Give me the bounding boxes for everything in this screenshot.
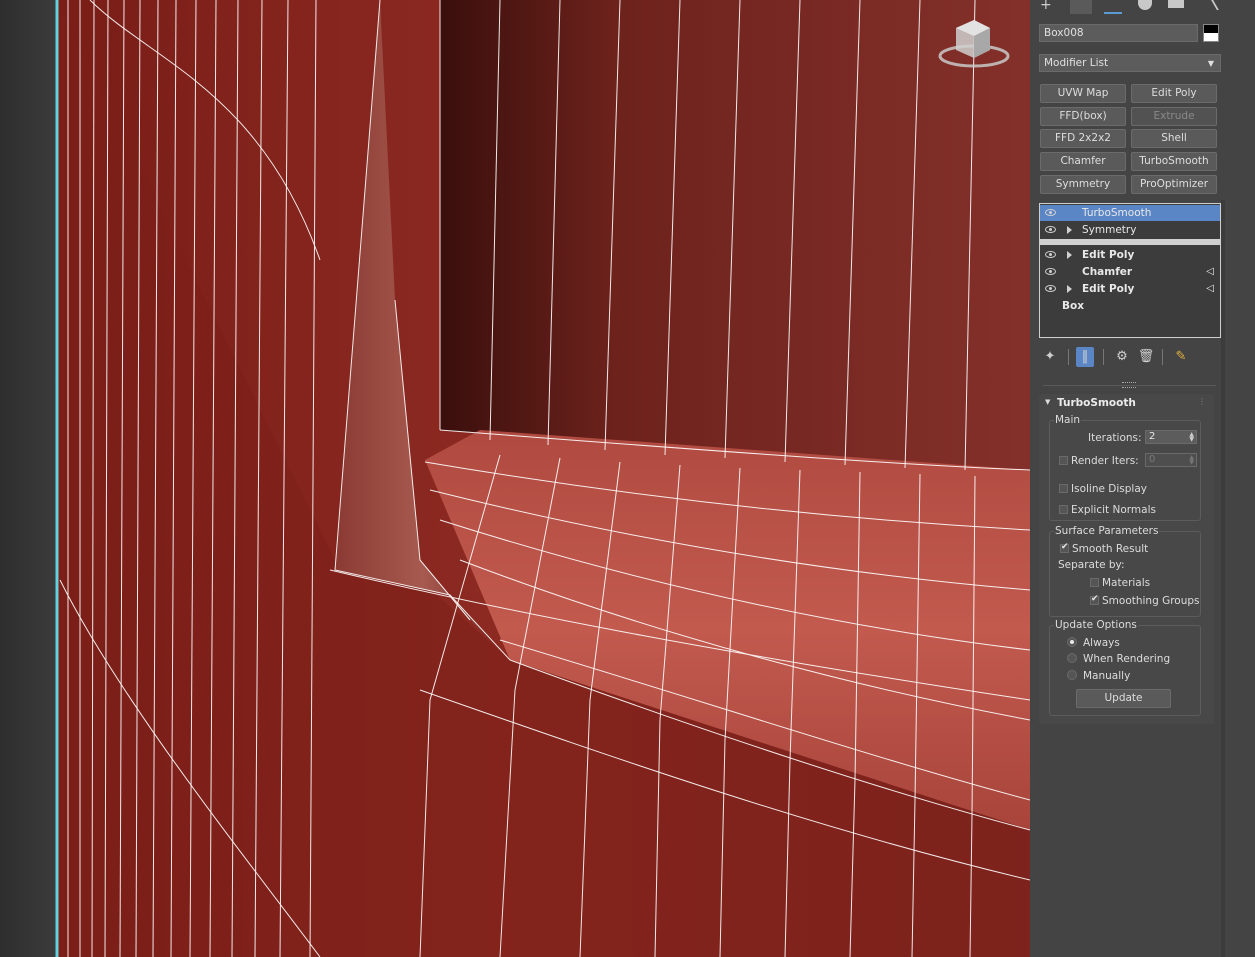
update-button[interactable]: Update [1076, 689, 1171, 708]
explicit-normals-label: Explicit Normals [1071, 504, 1156, 516]
stack-item-label: Chamfer [1082, 266, 1133, 278]
main-group-label: Main [1054, 414, 1082, 426]
mesh-render[interactable] [0, 0, 1030, 957]
stack-item-label: Edit Poly [1082, 283, 1135, 295]
expand-icon[interactable] [1067, 285, 1072, 293]
when-rendering-label: When Rendering [1083, 653, 1171, 665]
modifier-stack[interactable]: TurboSmooth Symmetry Edit Poly Chamfer ◁… [1039, 203, 1221, 338]
prooptimizer-button[interactable]: ProOptimizer [1131, 175, 1217, 194]
stack-separator [1040, 239, 1220, 245]
rollout-grip-icon: ⋮ [1198, 397, 1206, 406]
smoothing-groups-label: Smoothing Groups [1102, 595, 1200, 607]
make-unique-icon[interactable]: ⚙ [1113, 347, 1131, 367]
pin-stack-icon[interactable]: ✦ [1041, 347, 1059, 367]
ffd-2x2x2-button[interactable]: FFD 2x2x2 [1040, 129, 1126, 148]
ffd-box-button[interactable]: FFD(box) [1040, 107, 1126, 126]
symmetry-button[interactable]: Symmetry [1040, 175, 1126, 194]
stack-item-label: Symmetry [1082, 224, 1137, 236]
materials-checkbox[interactable] [1090, 578, 1099, 587]
eye-icon[interactable] [1045, 209, 1056, 216]
eye-icon[interactable] [1045, 251, 1056, 258]
panel-scrollbar[interactable] [1221, 200, 1225, 957]
separate-by-label: Separate by: [1058, 559, 1125, 571]
eye-icon[interactable] [1045, 285, 1056, 292]
smooth-result-checkbox[interactable] [1060, 542, 1069, 553]
display-tab-icon[interactable] [1168, 0, 1184, 8]
manually-radio[interactable] [1067, 670, 1077, 680]
modifier-list-dropdown[interactable]: Modifier List ▼ [1039, 54, 1221, 72]
modifier-list-label: Modifier List [1044, 57, 1109, 69]
iterations-label: Iterations: [1088, 432, 1142, 444]
uvw-map-button[interactable]: UVW Map [1040, 84, 1126, 103]
rollout-collapse-icon[interactable]: ▼ [1045, 398, 1050, 406]
iterations-spinner[interactable]: 2 ▲ ▼ [1145, 430, 1197, 444]
chamfer-button[interactable]: Chamfer [1040, 152, 1126, 171]
edit-poly-button[interactable]: Edit Poly [1131, 84, 1217, 103]
materials-label: Materials [1102, 577, 1151, 589]
viewcube-icon[interactable] [936, 16, 1012, 72]
manually-label: Manually [1083, 670, 1131, 682]
stack-item-edit-poly[interactable]: Edit Poly [1040, 247, 1220, 263]
explicit-normals-checkbox[interactable] [1059, 505, 1068, 514]
shell-button[interactable]: Shell [1131, 129, 1217, 148]
surface-parameters-label: Surface Parameters [1054, 525, 1160, 537]
configure-sets-icon[interactable]: ✎ [1172, 347, 1190, 367]
rollout-title[interactable]: TurboSmooth [1057, 397, 1136, 409]
spinner-arrows-icon[interactable]: ▲ ▼ [1189, 432, 1194, 443]
smooth-result-label: Smooth Result [1072, 543, 1149, 555]
viewport-3d[interactable] [0, 0, 1030, 957]
smoothing-groups-checkbox[interactable] [1090, 594, 1099, 605]
stack-item-symmetry[interactable]: Symmetry [1040, 222, 1220, 238]
instance-triangle-icon: ◁ [1206, 283, 1214, 294]
hierarchy-tab-icon[interactable] [1104, 0, 1122, 14]
extrude-button[interactable]: Extrude [1131, 107, 1217, 126]
toolbar-divider [1068, 349, 1069, 365]
expand-icon[interactable] [1067, 226, 1072, 234]
render-iters-value: 0 [1149, 454, 1156, 465]
object-name-field[interactable]: Box008 [1039, 24, 1198, 42]
turbosmooth-button[interactable]: TurboSmooth [1131, 152, 1217, 171]
toolbar-divider [1103, 349, 1104, 365]
stack-item-turbosmooth[interactable]: TurboSmooth [1040, 205, 1220, 221]
isoline-display-label: Isoline Display [1071, 483, 1147, 495]
stack-item-chamfer[interactable]: Chamfer ◁ [1040, 264, 1220, 280]
eye-icon[interactable] [1045, 226, 1056, 233]
render-iters-checkbox[interactable] [1059, 456, 1068, 465]
render-iters-label: Render Iters: [1071, 455, 1139, 467]
iterations-value: 2 [1149, 431, 1156, 442]
isoline-display-checkbox[interactable] [1059, 484, 1068, 493]
spinner-arrows-icon[interactable]: ▲ ▼ [1189, 455, 1194, 466]
stack-item-label: TurboSmooth [1082, 207, 1152, 219]
stack-item-box[interactable]: Box [1040, 298, 1220, 314]
expand-icon[interactable] [1067, 251, 1072, 259]
toolbar-divider [1162, 349, 1163, 365]
always-radio[interactable] [1067, 637, 1077, 647]
splitter-grip-icon[interactable] [1122, 382, 1136, 388]
stack-item-label: Edit Poly [1082, 249, 1135, 261]
eye-icon[interactable] [1045, 268, 1056, 275]
when-rendering-radio[interactable] [1067, 653, 1077, 663]
show-end-result-icon[interactable]: ‖ [1076, 347, 1094, 367]
remove-modifier-icon[interactable]: 🗑 [1137, 347, 1155, 367]
update-options-label: Update Options [1054, 619, 1138, 631]
create-tab-icon[interactable]: + [1040, 0, 1058, 12]
dropdown-arrow-icon: ▼ [1207, 59, 1214, 68]
modify-tab-icon[interactable] [1070, 0, 1092, 14]
render-iters-spinner[interactable]: 0 ▲ ▼ [1145, 453, 1197, 467]
stack-item-label: Box [1062, 300, 1084, 312]
instance-triangle-icon: ◁ [1206, 266, 1214, 277]
stack-item-edit-poly-2[interactable]: Edit Poly ◁ [1040, 281, 1220, 297]
always-label: Always [1083, 637, 1120, 649]
object-color-swatch[interactable] [1203, 24, 1219, 42]
